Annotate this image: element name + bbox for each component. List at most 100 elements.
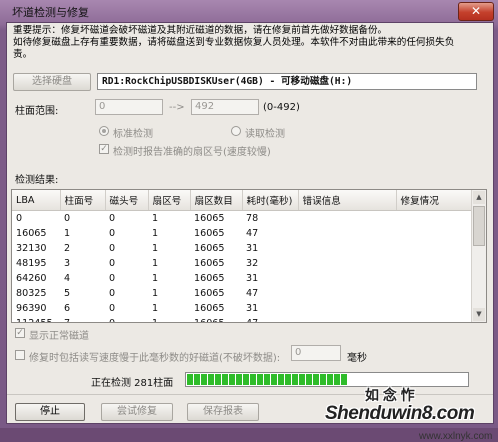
notice-line-2: 如待修复磁盘上存有重要数据，请将磁盘送到专业数据恢复人员处理。本软件不对由此带来… [13,37,455,48]
table-cell: 0 [109,288,116,299]
column-header[interactable]: 修复情况 [396,190,475,211]
try-repair-button[interactable]: 尝试修复 [101,403,173,421]
column-header[interactable]: 扇区数目 [190,190,243,211]
scroll-up-icon[interactable]: ▲ [473,191,485,204]
scan-progress-bar [185,372,469,387]
table-cell: 48195 [16,258,47,269]
read-check-radio[interactable] [231,126,241,136]
show-normal-checkbox[interactable]: ✓ [15,328,25,338]
scroll-thumb[interactable] [473,206,485,246]
range-arrow: --> [169,102,185,113]
table-cell: 2 [64,243,71,254]
select-disk-button[interactable]: 选择硬盘 [13,73,91,91]
table-cell: 96390 [16,303,47,314]
results-scrollbar[interactable]: ▲ ▼ [471,190,486,322]
dialog-body: 重要提示：修复坏磁道会破坏磁道及其附近磁道的数据，请在修复前首先做好数据备份。 … [6,22,494,442]
report-sector-checkbox[interactable]: ✓ [99,144,109,154]
results-table[interactable]: LBA 柱面号 磁头号 扇区号 扇区数目 耗时(毫秒) 错误信息 修复情况 0 0 0 1 16065… [11,189,487,323]
table-cell: 1 [148,316,190,322]
title-bar[interactable]: 坏道检测与修复 ✕ [0,0,498,22]
window-title: 坏道检测与修复 [12,6,89,19]
table-cell [396,211,474,227]
table-cell: 32130 [16,243,47,254]
table-cell: 16065 [194,213,225,224]
table-row[interactable]: 80325 5 0 1 16065 47 [12,286,474,301]
table-cell [396,256,474,271]
table-cell [396,286,474,301]
column-header[interactable]: 柱面号 [60,190,106,211]
table-cell: 1 [152,228,159,239]
table-cell: 16065 [194,228,225,239]
repair-slow-label: 修复时包括读写速度慢于此毫秒数的好磁道(不破坏数据): [29,353,281,364]
table-cell: 31 [246,273,259,284]
table-cell [396,301,474,316]
repair-slow-checkbox[interactable] [15,350,25,360]
column-header[interactable]: 耗时(毫秒) [242,190,299,211]
table-cell: 1 [152,243,159,254]
table-cell [396,271,474,286]
notice-line-3: 责。 [13,49,33,60]
table-cell: 78 [246,213,259,224]
table-row[interactable]: 64260 4 0 1 16065 31 [12,271,474,286]
stop-button[interactable]: 停止 [15,403,85,421]
table-row[interactable]: 48195 3 0 1 16065 32 [12,256,474,271]
table-cell: 6 [64,303,71,314]
table-cell: 0 [105,316,148,322]
table-cell: 31 [246,303,259,314]
table-cell: 0 [109,273,116,284]
column-header[interactable]: 扇区号 [148,190,191,211]
table-row[interactable]: 16065 1 0 1 16065 47 [12,226,474,241]
table-row[interactable]: 32130 2 0 1 16065 31 [12,241,474,256]
table-row[interactable]: 96390 6 0 1 16065 31 [12,301,474,316]
table-cell: 64260 [16,273,47,284]
table-cell: 0 [16,213,23,224]
warning-notice: 重要提示：修复坏磁道会破坏磁道及其附近磁道的数据，请在修复前首先做好数据备份。 … [13,25,483,61]
slow-ms-input[interactable]: 0 [291,345,341,361]
table-cell: 1 [64,228,71,239]
column-header[interactable]: LBA [12,190,61,211]
table-cell: 7 [60,316,105,322]
status-text: 正在检测 281柱面 [91,378,174,389]
table-cell: 0 [64,213,71,224]
table-cell [396,316,474,322]
scan-progress-fill [187,374,347,385]
table-cell: 80325 [16,288,47,299]
range-from-input[interactable]: 0 [95,99,163,115]
show-normal-label: 显示正常磁道 [29,331,89,342]
table-cell: 1 [152,273,159,284]
table-cell: 1 [152,258,159,269]
results-label: 检测结果: [15,175,59,186]
table-cell: 16065 [194,258,225,269]
table-cell [298,256,396,271]
standard-check-label: 标准检测 [113,129,153,140]
table-cell: 47 [242,316,298,322]
table-cell [298,271,396,286]
table-cell: 1 [152,288,159,299]
table-cell [298,286,396,301]
standard-check-radio[interactable] [99,126,109,136]
slow-ms-unit: 毫秒 [347,353,367,364]
table-cell [298,226,396,241]
table-cell: 16065 [190,316,242,322]
table-cell: 3 [64,258,71,269]
disk-name-field: RD1:RockChipUSBDISKUser(4GB) - 可移动磁盘(H:) [97,73,477,90]
watermark-glyphs: 如 念 怍 [365,388,415,404]
table-cell: 1 [152,213,159,224]
site-watermark: 如 念 怍 Shenduwin8.com [325,388,475,425]
table-cell [396,241,474,256]
table-cell: 47 [246,288,259,299]
save-report-button[interactable]: 保存报表 [187,403,259,421]
watermark-url: www.xxlnyk.com [419,431,493,442]
column-header[interactable]: 磁头号 [105,190,149,211]
table-cell [298,211,396,227]
table-cell: 0 [109,303,116,314]
table-row[interactable]: 0 0 0 1 16065 78 [12,211,474,227]
table-cell: 16065 [194,273,225,284]
table-row[interactable]: 1124557011606547 [12,316,474,322]
close-button[interactable]: ✕ [458,2,494,21]
column-header[interactable]: 错误信息 [298,190,397,211]
scroll-down-icon[interactable]: ▼ [473,308,485,321]
table-cell: 16065 [194,303,225,314]
range-to-input[interactable]: 492 [191,99,259,115]
read-check-label: 读取检测 [245,129,285,140]
